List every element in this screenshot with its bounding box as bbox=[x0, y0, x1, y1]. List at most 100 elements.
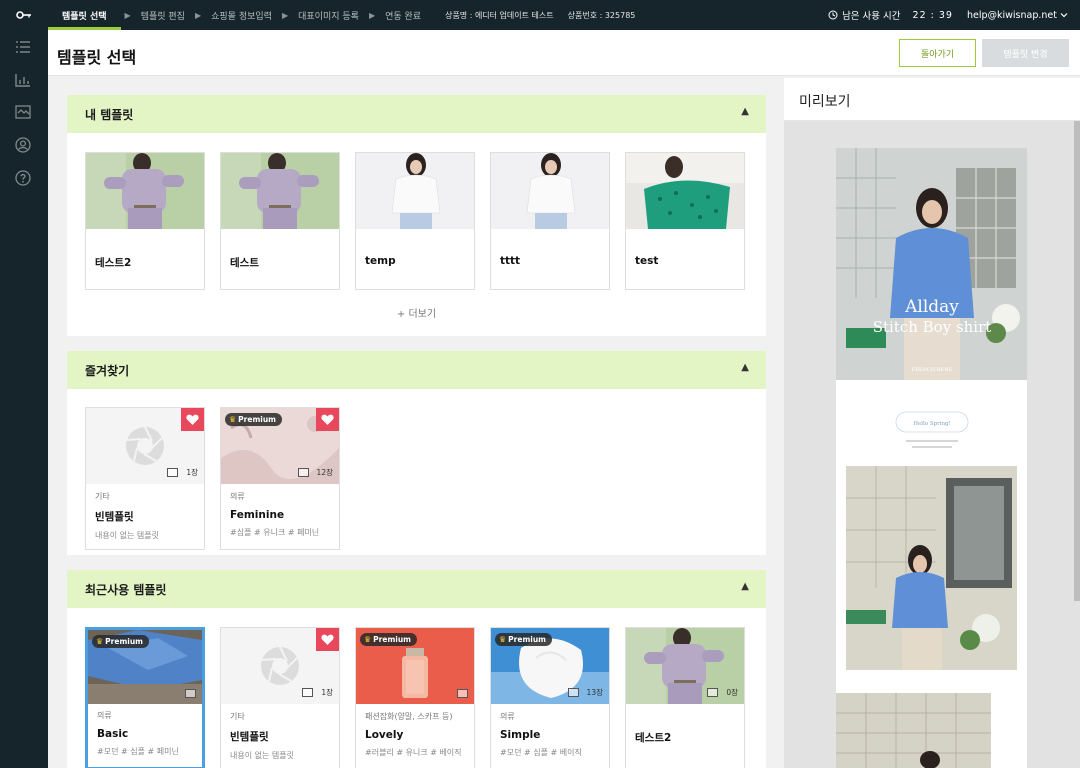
template-name: 테스트 bbox=[230, 257, 259, 269]
template-thumbnail bbox=[626, 153, 744, 229]
step-complete[interactable]: 연동 완료 bbox=[379, 0, 427, 30]
favorite-template-card[interactable]: 1장 기타 빈템플릿 내용이 없는 템플릿 bbox=[85, 407, 205, 550]
preview-hero-title: Allday bbox=[904, 297, 959, 317]
collapse-arrow-icon[interactable]: ▲ bbox=[741, 106, 749, 117]
recent-template-card[interactable]: ♛ Premium 13장 의류 Simple #모던 # 심플 # 베이직 bbox=[490, 627, 610, 768]
crown-icon: ♛ bbox=[229, 415, 237, 424]
image-count: 13장 bbox=[586, 688, 603, 697]
image-count-icon bbox=[457, 689, 468, 698]
template-category: 기타 bbox=[95, 492, 110, 501]
image-check-icon[interactable] bbox=[13, 102, 33, 122]
my-template-card[interactable]: tttt bbox=[490, 152, 610, 290]
heart-icon bbox=[321, 414, 334, 425]
template-name: 테스트2 bbox=[635, 732, 672, 744]
template-name: Basic bbox=[97, 728, 129, 740]
crown-icon: ♛ bbox=[364, 635, 372, 644]
template-tags: 내용이 없는 템플릿 bbox=[230, 751, 294, 760]
my-template-card[interactable]: 테스트 bbox=[220, 152, 340, 290]
template-name: 빈템플릿 bbox=[230, 731, 269, 743]
template-tags: 내용이 없는 템플릿 bbox=[95, 531, 159, 540]
template-tags: #모던 # 심플 # 베이직 bbox=[500, 748, 582, 757]
template-name: 빈템플릿 bbox=[95, 511, 134, 523]
preview-title: 미리보기 bbox=[784, 78, 1080, 121]
template-name: temp bbox=[365, 255, 396, 267]
template-name: Lovely bbox=[365, 729, 404, 741]
image-count-icon bbox=[297, 468, 309, 477]
premium-badge: ♛ Premium bbox=[360, 633, 417, 646]
recent-template-card[interactable]: 0장 테스트2 bbox=[625, 627, 745, 768]
preview-scrollbar[interactable] bbox=[1074, 121, 1080, 601]
recent-template-card[interactable]: 1장 기타 빈템플릿 내용이 없는 템플릿 bbox=[220, 627, 340, 768]
template-category: 기타 bbox=[230, 712, 245, 721]
template-name: Simple bbox=[500, 729, 541, 741]
step-shop-info[interactable]: 쇼핑몰 정보입력 bbox=[205, 0, 278, 30]
my-template-card[interactable]: 테스트2 bbox=[85, 152, 205, 290]
premium-badge: ♛ Premium bbox=[92, 635, 149, 648]
account-email: help@kiwisnap.net bbox=[966, 9, 1057, 21]
template-thumbnail: ♛ Premium bbox=[88, 630, 202, 704]
image-count: 12장 bbox=[316, 468, 333, 477]
chevron-down-icon bbox=[1060, 13, 1068, 18]
preview-page[interactable]: Allday Stitch Boy shirt FRENCH RENE Hell… bbox=[836, 148, 1027, 768]
image-count-icon bbox=[167, 468, 179, 477]
chevron-right-icon: ▶ bbox=[124, 10, 131, 20]
step-template-select[interactable]: 템플릿 선택 bbox=[48, 0, 121, 30]
recent-template-card-selected[interactable]: ♛ Premium 의류 Basic #모던 # 심플 # 페미닌 bbox=[85, 627, 205, 768]
crown-icon: ♛ bbox=[96, 637, 104, 646]
template-name: tttt bbox=[500, 255, 521, 267]
favorite-heart-button[interactable] bbox=[181, 408, 204, 431]
template-thumbnail: 0장 bbox=[626, 628, 744, 704]
step-template-edit[interactable]: 템플릿 편집 bbox=[135, 0, 191, 30]
premium-badge: ♛ Premium bbox=[225, 413, 282, 426]
chevron-right-icon: ▶ bbox=[194, 10, 202, 20]
section-title: 내 템플릿 bbox=[85, 107, 134, 122]
heart-icon bbox=[186, 414, 199, 425]
chart-icon[interactable] bbox=[13, 70, 33, 90]
template-thumbnail bbox=[491, 153, 609, 229]
template-thumbnail: ♛ Premium 12장 bbox=[221, 408, 339, 484]
help-icon[interactable] bbox=[13, 168, 33, 188]
recent-template-card[interactable]: ♛ Premium 패션잡화(양말, 스카프 등) Lovely #러블리 # 유… bbox=[355, 627, 475, 768]
back-button[interactable]: 돌아가기 bbox=[899, 39, 976, 67]
user-circle-icon[interactable] bbox=[13, 135, 33, 155]
account-menu[interactable]: help@kiwisnap.net bbox=[967, 10, 1068, 21]
collapse-arrow-icon[interactable]: ▲ bbox=[741, 581, 749, 592]
more-button[interactable]: + 더보기 bbox=[67, 305, 766, 320]
change-template-button[interactable]: 템플릿 변경 bbox=[982, 39, 1069, 67]
premium-badge: ♛ Premium bbox=[495, 633, 552, 646]
my-templates-section: 내 템플릿 ▲ 테스트2 테스트 temp tttt test + 더보기 bbox=[67, 95, 766, 336]
favorite-heart-button[interactable] bbox=[316, 408, 339, 431]
my-template-card[interactable]: test bbox=[625, 152, 745, 290]
my-templates-header[interactable]: 내 템플릿 ▲ bbox=[67, 95, 766, 133]
list-icon[interactable] bbox=[13, 37, 33, 57]
product-name: 상품명 : 에디터 업데이트 테스트 bbox=[445, 10, 554, 20]
image-count: 0장 bbox=[726, 688, 738, 697]
collapse-arrow-icon[interactable]: ▲ bbox=[741, 362, 749, 373]
template-thumbnail: ♛ Premium bbox=[356, 628, 474, 704]
template-thumbnail: 1장 bbox=[221, 628, 339, 704]
template-category: 의류 bbox=[500, 712, 515, 721]
template-tags: #심플 # 유니크 # 페미닌 bbox=[230, 528, 320, 537]
template-thumbnail bbox=[86, 153, 204, 229]
template-name: test bbox=[635, 255, 659, 267]
my-template-card[interactable]: temp bbox=[355, 152, 475, 290]
template-category: 패션잡화(양말, 스카프 등) bbox=[365, 712, 453, 721]
preview-greeting: Hello Spring! bbox=[913, 421, 951, 427]
favorite-template-card[interactable]: ♛ Premium 12장 의류 Feminine #심플 # 유니크 # 페미닌 bbox=[220, 407, 340, 550]
logo[interactable] bbox=[0, 0, 48, 30]
favorite-heart-button[interactable] bbox=[316, 628, 339, 651]
step-main-image[interactable]: 대표이미지 등록 bbox=[292, 0, 365, 30]
page-title: 템플릿 선택 bbox=[57, 48, 137, 67]
preview-image: Allday Stitch Boy shirt FRENCH RENE Hell… bbox=[836, 148, 1027, 768]
recent-templates-header[interactable]: 최근사용 템플릿 ▲ bbox=[67, 570, 766, 608]
template-tags: #모던 # 심플 # 페미닌 bbox=[97, 747, 179, 756]
template-tags: #러블리 # 유니크 # 베이직 bbox=[365, 748, 462, 757]
left-sidebar bbox=[0, 30, 48, 768]
remaining-time: 남은 사용 시간 22 : 39 bbox=[828, 8, 953, 22]
key-logo-icon bbox=[16, 11, 31, 19]
step-breadcrumb: 템플릿 선택 ▶ 템플릿 편집 ▶ 쇼핑몰 정보입력 ▶ 대표이미지 등록 ▶ … bbox=[48, 0, 427, 30]
image-count-icon bbox=[302, 688, 314, 697]
favorites-header[interactable]: 즐겨찾기 ▲ bbox=[67, 351, 766, 389]
clock-icon bbox=[828, 10, 838, 20]
section-title: 즐겨찾기 bbox=[85, 363, 130, 378]
